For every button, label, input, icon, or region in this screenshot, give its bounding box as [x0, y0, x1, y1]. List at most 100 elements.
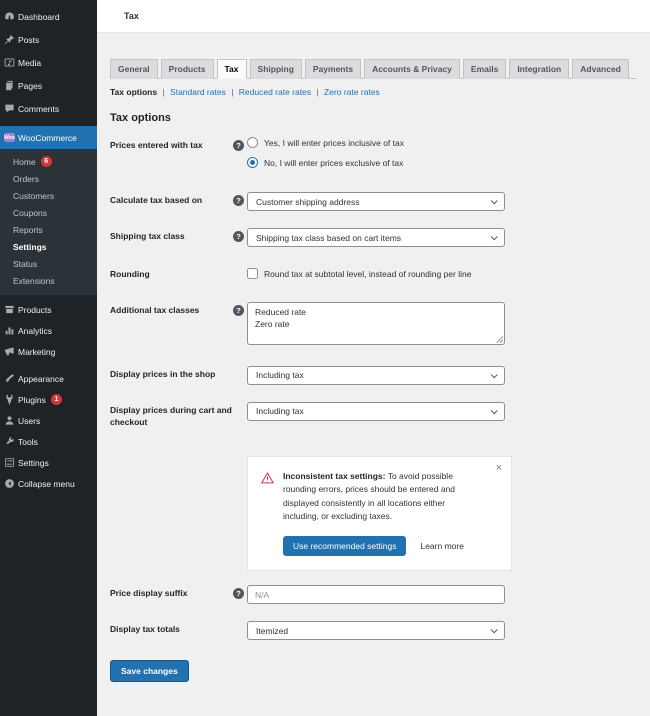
radio-option-prices-inclusive[interactable]: Yes, I will enter prices inclusive of ta…	[247, 137, 505, 148]
sidebar-item-comments[interactable]: Comments	[0, 97, 97, 120]
sidebar-item-analytics[interactable]: Analytics	[0, 320, 97, 341]
help-icon[interactable]	[233, 304, 244, 316]
tab-general[interactable]: General	[110, 59, 158, 79]
submenu-item-reports[interactable]: Reports	[0, 221, 97, 238]
checkbox-unchecked-icon[interactable]	[247, 268, 258, 279]
field-label: Prices entered with tax	[110, 140, 203, 150]
tab-accounts-privacy[interactable]: Accounts & Privacy	[364, 59, 460, 79]
marketing-icon	[4, 346, 15, 357]
submenu-item-orders[interactable]: Orders	[0, 170, 97, 187]
form-row-display-tax-totals: Display tax totals Itemized	[110, 621, 637, 641]
select-value: Customer shipping address	[256, 196, 360, 207]
sidebar-item-label: Plugins	[18, 394, 46, 405]
sidebar-item-settings[interactable]: Settings	[0, 452, 97, 473]
settings-tabs: General Products Tax Shipping Payments A…	[110, 59, 637, 79]
subnav-standard-rates[interactable]: Standard rates	[170, 87, 226, 97]
sidebar-item-label: Media	[18, 57, 42, 68]
sidebar-item-users[interactable]: Users	[0, 410, 97, 431]
sidebar-item-pages[interactable]: Pages	[0, 74, 97, 97]
sidebar-item-appearance[interactable]: Appearance	[0, 368, 97, 389]
admin-menu-lower: Appearance Plugins 1 Users Tools Setting…	[0, 368, 97, 494]
sidebar-item-marketing[interactable]: Marketing	[0, 341, 97, 362]
submenu-item-customers[interactable]: Customers	[0, 187, 97, 204]
field-label: Display tax totals	[110, 624, 180, 635]
subnav-separator: |	[316, 87, 319, 97]
sidebar-item-label: Dashboard	[18, 11, 60, 22]
tab-tax[interactable]: Tax	[216, 59, 247, 79]
tab-products[interactable]: Products	[160, 59, 214, 79]
rounding-checkbox-option[interactable]: Round tax at subtotal level, instead of …	[247, 266, 505, 279]
submenu-item-status[interactable]: Status	[0, 255, 97, 272]
sidebar-item-label: Analytics	[18, 325, 53, 336]
subnav-zero-rate-rates[interactable]: Zero rate rates	[324, 87, 380, 97]
radio-option-prices-exclusive[interactable]: No, I will enter prices exclusive of tax	[247, 157, 505, 168]
close-icon[interactable]: ×	[496, 462, 502, 474]
chevron-down-icon	[490, 371, 498, 379]
price-display-suffix-input[interactable]	[247, 585, 505, 605]
sidebar-item-plugins[interactable]: Plugins 1	[0, 389, 97, 410]
subnav-tax-options: Tax options	[110, 87, 158, 97]
form-row-calculate-tax-based-on: Calculate tax based on Customer shipping…	[110, 192, 637, 211]
woocommerce-icon: Woo	[4, 132, 15, 143]
submenu-item-extensions[interactable]: Extensions	[0, 272, 97, 289]
field-label: Shipping tax class	[110, 231, 185, 241]
chevron-down-icon	[490, 626, 498, 634]
submenu-label: Orders	[13, 173, 39, 184]
submenu-item-coupons[interactable]: Coupons	[0, 204, 97, 221]
help-icon[interactable]	[233, 231, 244, 242]
help-icon[interactable]	[233, 195, 244, 206]
calculate-tax-select[interactable]: Customer shipping address	[247, 192, 505, 211]
sidebar-item-products[interactable]: Products	[0, 299, 97, 320]
display-prices-cart-select[interactable]: Including tax	[247, 401, 505, 421]
sidebar-item-posts[interactable]: Posts	[0, 28, 97, 51]
pushpin-icon	[4, 34, 15, 45]
help-icon[interactable]	[233, 140, 244, 151]
breadcrumb: Tax	[124, 11, 139, 21]
sidebar-item-dashboard[interactable]: Dashboard	[0, 5, 97, 28]
form-row-shipping-tax-class: Shipping tax class Shipping tax class ba…	[110, 228, 637, 247]
tab-emails[interactable]: Emails	[462, 59, 507, 79]
display-prices-shop-select[interactable]: Including tax	[247, 365, 505, 385]
form-row-display-prices-cart: Display prices during cart and checkout …	[110, 401, 637, 429]
field-label: Rounding	[110, 269, 150, 279]
tab-shipping[interactable]: Shipping	[249, 59, 302, 79]
display-tax-totals-select[interactable]: Itemized	[247, 621, 505, 641]
settings-main: General Products Tax Shipping Payments A…	[97, 33, 650, 683]
use-recommended-settings-button[interactable]: Use recommended settings	[283, 536, 407, 557]
radio-selected-icon[interactable]	[247, 157, 258, 168]
tab-advanced[interactable]: Advanced	[572, 59, 629, 79]
collapse-icon	[4, 478, 15, 489]
select-value: Shipping tax class based on cart items	[256, 232, 402, 243]
sidebar-item-label: Comments	[18, 103, 60, 114]
submenu-item-home[interactable]: Home 6	[0, 153, 97, 170]
learn-more-link[interactable]: Learn more	[420, 541, 463, 551]
sidebar-item-tools[interactable]: Tools	[0, 431, 97, 452]
tax-section-subnav: Tax options | Standard rates | Reduced r…	[110, 87, 637, 97]
sidebar-item-woocommerce[interactable]: Woo WooCommerce	[0, 126, 103, 149]
form-row-price-display-suffix: Price display suffix	[110, 585, 637, 605]
settings-icon	[4, 457, 15, 468]
submenu-item-settings[interactable]: Settings	[0, 238, 97, 255]
field-label: Display prices during cart and checkout	[110, 404, 232, 427]
save-changes-button[interactable]: Save changes	[110, 660, 189, 683]
field-label: Calculate tax based on	[110, 195, 203, 205]
help-icon[interactable]	[233, 588, 244, 600]
tab-payments[interactable]: Payments	[304, 59, 362, 79]
sidebar-item-media[interactable]: Media	[0, 51, 97, 74]
submenu-label: Extensions	[13, 275, 55, 286]
products-icon	[4, 304, 15, 315]
radio-unselected-icon[interactable]	[247, 137, 258, 148]
tab-integration[interactable]: Integration	[509, 59, 570, 79]
shipping-tax-class-select[interactable]: Shipping tax class based on cart items	[247, 228, 505, 247]
submenu-label: Status	[13, 258, 38, 269]
woocommerce-submenu: Home 6 Orders Customers Coupons Reports …	[0, 149, 97, 295]
sidebar-item-collapse-menu[interactable]: Collapse menu	[0, 473, 97, 494]
admin-menu-bottom: Products Analytics Marketing	[0, 295, 97, 362]
admin-content: Tax General Products Tax Shipping Paymen…	[97, 0, 650, 716]
subnav-reduced-rate-rates[interactable]: Reduced rate rates	[239, 87, 311, 97]
sidebar-item-label: Posts	[18, 34, 40, 45]
submenu-label: Coupons	[13, 207, 48, 218]
sidebar-item-label: Products	[18, 304, 52, 315]
sidebar-item-label: Tools	[18, 436, 38, 447]
additional-tax-classes-textarea[interactable]: Reduced rate Zero rate	[247, 301, 505, 345]
